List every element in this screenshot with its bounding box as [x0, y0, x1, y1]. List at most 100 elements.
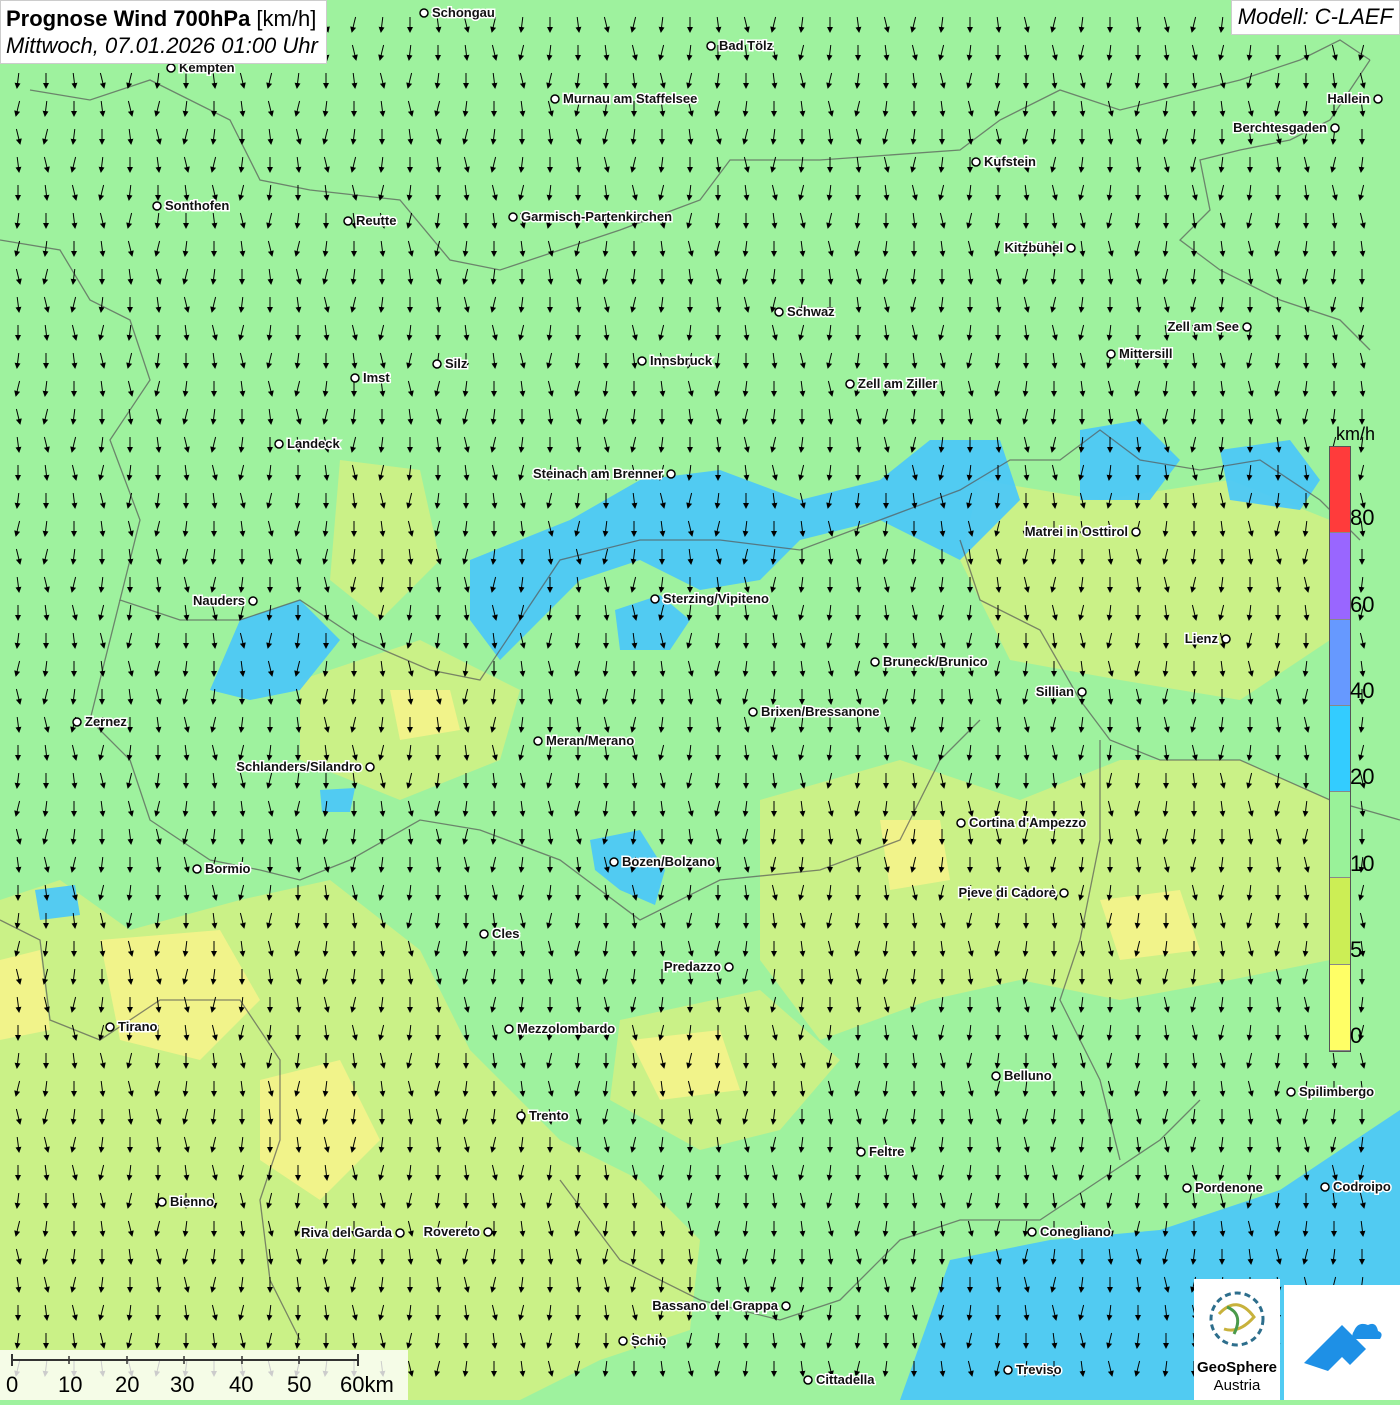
city-label: Schio — [631, 1333, 666, 1348]
city-dot — [395, 1228, 405, 1238]
city-label: Meran/Merano — [546, 733, 634, 748]
city-dot — [1373, 94, 1383, 104]
city-marker: Bruneck/Brunico — [870, 653, 989, 671]
city-label: Mittersill — [1119, 346, 1172, 361]
city-dot — [248, 596, 258, 606]
city-label: Sterzing/Vipiteno — [663, 591, 769, 606]
city-dot — [856, 1147, 866, 1157]
city-label: Bruneck/Brunico — [883, 654, 988, 669]
city-dot — [1077, 687, 1087, 697]
city-dot — [192, 864, 202, 874]
city-label: Matrei in Osttirol — [1025, 524, 1128, 539]
legend-unit: km/h — [1336, 424, 1376, 444]
city-label: Reutte — [356, 213, 396, 228]
city-dot — [508, 212, 518, 222]
city-label: Kufstein — [984, 154, 1036, 169]
city-dot — [971, 157, 981, 167]
city-dot — [803, 1375, 813, 1385]
city-dot — [1286, 1087, 1296, 1097]
geosphere-logo: GeoSphere Austria — [1194, 1279, 1280, 1400]
city-label: Rovereto — [424, 1224, 480, 1239]
city-dot — [724, 962, 734, 972]
city-label: Schongau — [432, 5, 495, 20]
city-marker: Berchtesgaden — [1232, 119, 1340, 137]
city-label: Imst — [363, 370, 390, 385]
city-dot — [365, 762, 375, 772]
legend-tick-label: 40 — [1350, 678, 1375, 703]
city-dot — [991, 1071, 1001, 1081]
city-label: Cittadella — [816, 1372, 875, 1387]
city-dot — [1242, 322, 1252, 332]
city-dot — [706, 41, 716, 51]
city-marker: Schlanders/Silandro — [235, 758, 375, 776]
city-dot — [637, 356, 647, 366]
city-marker: Spilimbergo — [1286, 1083, 1376, 1101]
city-label: Sonthofen — [165, 198, 229, 213]
city-label: Murnau am Staffelsee — [563, 91, 697, 106]
city-label: Pieve di Cadore — [958, 885, 1056, 900]
city-dot — [1027, 1227, 1037, 1237]
city-dot — [748, 707, 758, 717]
scale-label: 20 — [115, 1372, 140, 1397]
title-main: Prognose Wind 700hPa — [6, 6, 251, 31]
legend-tick-label: 60 — [1350, 592, 1375, 617]
city-dot — [432, 359, 442, 369]
wind-zone — [320, 788, 355, 812]
scale-label: 40 — [229, 1372, 254, 1397]
city-label: Schwaz — [787, 304, 835, 319]
geosphere-emblem-icon — [1209, 1291, 1265, 1347]
city-marker: Garmisch-Partenkirchen — [508, 208, 674, 226]
city-label: Conegliano — [1040, 1224, 1111, 1239]
city-dot — [1059, 888, 1069, 898]
city-marker: Schongau — [419, 4, 496, 22]
city-label: Hallein — [1327, 91, 1370, 106]
scale-label: 10 — [58, 1372, 83, 1397]
city-label: Garmisch-Partenkirchen — [521, 209, 672, 224]
city-dot — [845, 379, 855, 389]
city-marker: Steinach am Brenner — [531, 465, 676, 483]
city-label: Kitzbühel — [1005, 240, 1064, 255]
legend-tick-label: 0 — [1350, 1023, 1363, 1048]
city-dot — [274, 439, 284, 449]
city-marker: Zell am See — [1166, 318, 1252, 336]
title-unit: [km/h] — [250, 6, 317, 31]
city-dot — [774, 307, 784, 317]
legend-colorbar — [1329, 446, 1351, 1052]
city-marker: Bassano del Grappa — [651, 1297, 791, 1315]
scale-label: 60km — [340, 1372, 394, 1397]
city-dot — [781, 1301, 791, 1311]
city-label: Landeck — [287, 436, 341, 451]
city-label: Lienz — [1185, 631, 1219, 646]
city-label: Bassano del Grappa — [652, 1298, 778, 1313]
city-marker: Sonthofen — [152, 197, 231, 215]
scale-label: 30 — [170, 1372, 195, 1397]
city-label: Cortina d'Ampezzo — [969, 815, 1086, 830]
city-dot — [618, 1336, 628, 1346]
city-dot — [666, 469, 676, 479]
city-label: Nauders — [193, 593, 245, 608]
city-marker: Pordenone — [1182, 1179, 1264, 1197]
city-label: Zernez — [85, 714, 127, 729]
city-dot — [956, 818, 966, 828]
legend-segment — [1330, 878, 1350, 965]
city-marker: Sterzing/Vipiteno — [650, 590, 770, 608]
logo-brand: GeoSphere — [1196, 1359, 1278, 1376]
city-dot — [1003, 1365, 1013, 1375]
city-label: Riva del Garda — [301, 1225, 393, 1240]
city-dot — [609, 857, 619, 867]
city-label: Steinach am Brenner — [533, 466, 663, 481]
legend-segment — [1330, 792, 1350, 879]
city-marker: Conegliano — [1027, 1223, 1112, 1241]
city-label: Cles — [492, 926, 519, 941]
city-label: Sillian — [1036, 684, 1074, 699]
city-dot — [1330, 123, 1340, 133]
model-label: Modell: C-LAEF — [1230, 0, 1400, 35]
forecast-time: Mittwoch, 07.01.2026 01:00 Uhr — [6, 33, 318, 58]
city-dot — [166, 63, 176, 73]
city-label: Bozen/Bolzano — [622, 854, 715, 869]
city-dot — [483, 1227, 493, 1237]
app-logo — [1284, 1285, 1400, 1400]
legend-segment — [1330, 964, 1350, 1051]
city-label: Bad Tölz — [719, 38, 774, 53]
scale-label: 0 — [6, 1372, 19, 1397]
